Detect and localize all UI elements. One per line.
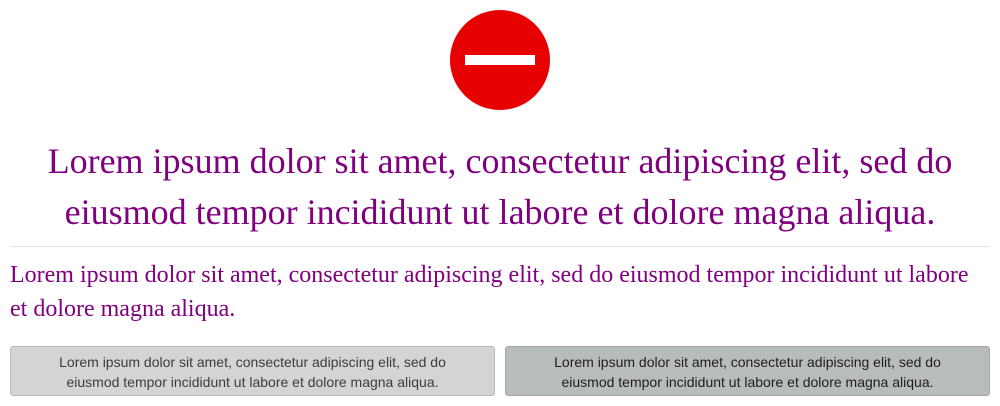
page-heading: Lorem ipsum dolor sit amet, consectetur … [47,141,953,232]
page: Lorem ipsum dolor sit amet, consectetur … [0,0,1000,406]
dark-button[interactable]: Lorem ipsum dolor sit amet, consectetur … [505,346,990,396]
divider [10,246,990,247]
no-entry-icon-graphic [450,10,550,110]
body-paragraph: Lorem ipsum dolor sit amet, consectetur … [10,262,969,322]
light-button[interactable]: Lorem ipsum dolor sit amet, consectetur … [10,346,495,396]
no-entry-icon [450,10,550,110]
